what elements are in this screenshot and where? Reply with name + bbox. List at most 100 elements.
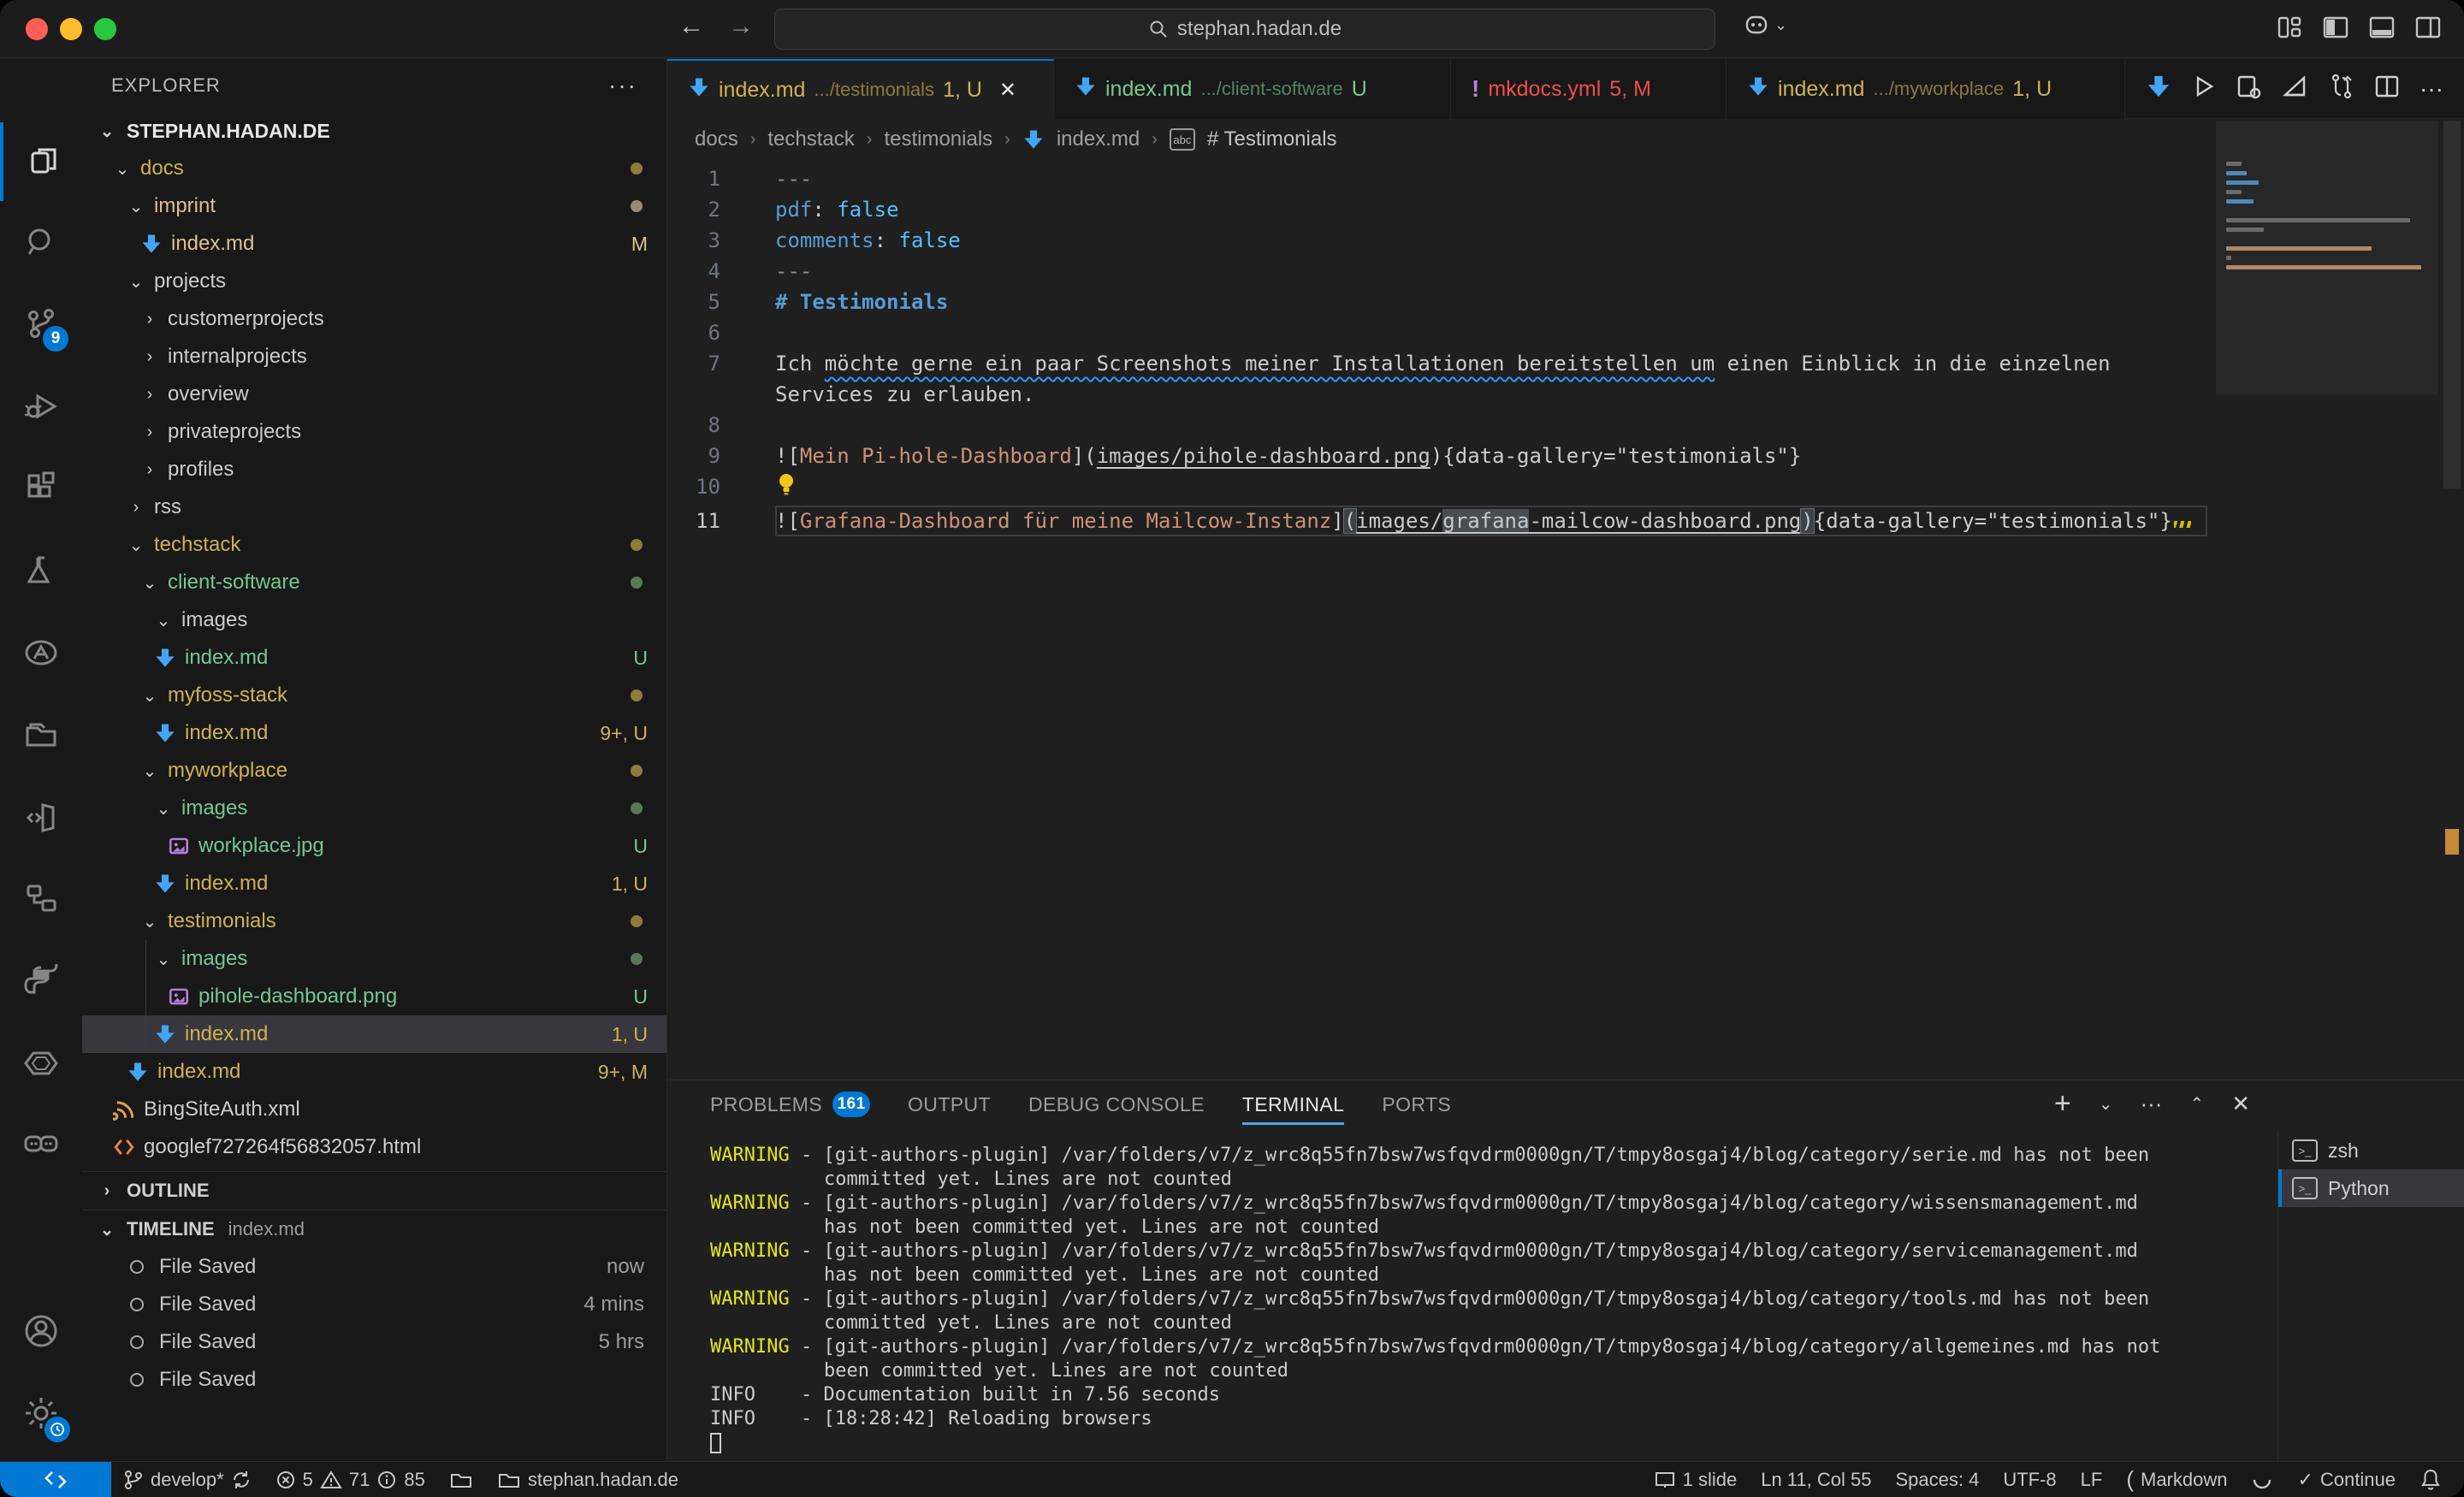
tree-folder-row[interactable]: ⌄testimonials xyxy=(82,902,666,940)
workspace-root-row[interactable]: ⌄ STEPHAN.HADAN.DE xyxy=(82,112,666,150)
scrollbar-slider[interactable] xyxy=(2443,121,2461,488)
terminal-output[interactable]: WARNING - [git-authors-plugin] /var/fold… xyxy=(710,1144,2173,1455)
tree-file-row[interactable]: workplace.jpgU xyxy=(82,827,666,865)
notifications[interactable] xyxy=(2408,1462,2464,1497)
terminal-instance-Python[interactable]: >_Python xyxy=(2278,1169,2464,1207)
editor-tab-index.md[interactable]: index.md.../client-softwareU xyxy=(1054,59,1451,119)
language-mode[interactable]: ( Markdown xyxy=(2114,1462,2239,1497)
activity-item-testing[interactable] xyxy=(0,533,82,612)
breadcrumb-item[interactable]: index.md xyxy=(1057,127,1140,151)
toggle-primary-sidebar-icon[interactable] xyxy=(2320,12,2351,43)
code-line[interactable]: 5# Testimonials xyxy=(667,287,2464,317)
spinner-status[interactable] xyxy=(2239,1462,2285,1497)
remote-indicator[interactable] xyxy=(0,1462,111,1497)
tree-folder-row[interactable]: ›rss xyxy=(82,488,666,526)
terminal-instance-zsh[interactable]: >_zsh xyxy=(2278,1132,2464,1169)
activity-item-search[interactable] xyxy=(0,204,82,283)
code-line[interactable]: 1--- xyxy=(667,163,2464,194)
toggle-panel-icon[interactable] xyxy=(2366,12,2397,43)
zoom-traffic-light[interactable] xyxy=(94,18,116,40)
tree-folder-row[interactable]: ⌄myfoss-stack xyxy=(82,677,666,714)
sync-changes-icon[interactable] xyxy=(2327,73,2354,104)
code-line[interactable]: 11![Grafana-Dashboard für meine Mailcow-… xyxy=(667,506,2464,536)
code-line[interactable]: 8 xyxy=(667,410,2464,441)
tree-folder-row[interactable]: ⌄imprint xyxy=(82,187,666,225)
indentation-status[interactable]: Spaces: 4 xyxy=(1883,1462,1991,1497)
editor-tab-mkdocs.yml[interactable]: !mkdocs.yml5, M xyxy=(1451,59,1727,119)
timeline-item[interactable]: File Saved5 hrs xyxy=(82,1323,666,1361)
terminal-prompt[interactable] xyxy=(710,1431,2173,1455)
maximize-panel-icon[interactable]: ⌃ xyxy=(2189,1093,2204,1115)
tree-file-row[interactable]: pihole-dashboard.pngU xyxy=(82,978,666,1015)
breadcrumb-item[interactable]: # Testimonials xyxy=(1207,127,1337,151)
activity-item-run-debug[interactable] xyxy=(0,369,82,447)
panel-tab-ports[interactable]: PORTS xyxy=(1382,1080,1451,1128)
activity-item-explorer[interactable] xyxy=(0,122,82,201)
copilot-menu[interactable]: ⌄ xyxy=(1744,12,1787,38)
tree-file-row[interactable]: index.md1, U xyxy=(82,1015,666,1053)
editor-tab-index.md[interactable]: index.md.../testimonials1, U✕ xyxy=(667,59,1054,119)
tree-file-row[interactable]: index.mdM xyxy=(82,225,666,263)
branch-status[interactable]: develop* xyxy=(111,1462,264,1497)
close-panel-icon[interactable]: ✕ xyxy=(2231,1091,2250,1117)
encoding-status[interactable]: UTF-8 xyxy=(1991,1462,2068,1497)
timeline-item[interactable]: File Saved4 mins xyxy=(82,1286,666,1323)
tree-folder-row[interactable]: ⌄projects xyxy=(82,263,666,300)
activity-item-flowchart[interactable] xyxy=(0,861,82,940)
outline-section-header[interactable]: › OUTLINE xyxy=(82,1172,666,1210)
tree-folder-row[interactable]: ›profiles xyxy=(82,451,666,488)
back-arrow-icon[interactable]: ← xyxy=(674,12,708,41)
close-icon[interactable]: ✕ xyxy=(999,78,1016,103)
customize-layout-icon[interactable] xyxy=(2274,12,2305,43)
explorer-more-actions-icon[interactable]: ··· xyxy=(608,72,637,99)
tree-file-row[interactable]: index.mdU xyxy=(82,639,666,677)
eol-status[interactable]: LF xyxy=(2069,1462,2115,1497)
editor-tab-index.md[interactable]: index.md.../myworkplace1, U xyxy=(1727,59,2125,119)
panel-more-actions-icon[interactable]: ··· xyxy=(2140,1091,2162,1117)
forward-arrow-icon[interactable]: → xyxy=(724,12,758,41)
panel-tab-problems[interactable]: PROBLEMS161 xyxy=(710,1080,870,1128)
command-center-search[interactable]: stephan.hadan.de xyxy=(774,9,1715,50)
markdown-preview-icon[interactable] xyxy=(2281,73,2308,104)
problems-status[interactable]: 5 71 85 xyxy=(264,1462,437,1497)
tree-folder-row[interactable]: ⌄images xyxy=(82,940,666,978)
panel-tab-terminal[interactable]: TERMINAL xyxy=(1242,1080,1345,1128)
activity-item-circle-a[interactable] xyxy=(0,615,82,694)
minimize-traffic-light[interactable] xyxy=(60,18,82,40)
activity-item-folder-library[interactable] xyxy=(0,697,82,776)
panel-tab-output[interactable]: OUTPUT xyxy=(908,1080,991,1128)
activity-item-settings-gear[interactable] xyxy=(0,1376,82,1454)
tree-file-row[interactable]: googlef727264f56832057.html xyxy=(82,1128,666,1166)
new-terminal-icon[interactable]: + xyxy=(2054,1087,2071,1121)
continue-status[interactable]: ✓ Continue xyxy=(2285,1462,2408,1497)
toggle-secondary-sidebar-icon[interactable] xyxy=(2413,12,2443,43)
cursor-position[interactable]: Ln 11, Col 55 xyxy=(1749,1462,1883,1497)
tree-folder-row[interactable]: ⌄client-software xyxy=(82,564,666,601)
activity-item-extensions[interactable] xyxy=(0,451,82,530)
tree-folder-row[interactable]: ›overview xyxy=(82,376,666,413)
tree-file-row[interactable]: index.md9+, M xyxy=(82,1053,666,1091)
workspace-status[interactable]: stephan.hadan.de xyxy=(485,1462,690,1497)
tree-folder-row[interactable]: ⌄techstack xyxy=(82,526,666,564)
tree-folder-row[interactable]: ⌄myworkplace xyxy=(82,752,666,790)
breadcrumb[interactable]: docs›techstack›testimonials›index.md›abc… xyxy=(667,119,2464,160)
timeline-item[interactable]: File Savednow xyxy=(82,1248,666,1286)
terminal-dropdown-icon[interactable]: ⌄ xyxy=(2099,1093,2113,1115)
marp-slide-status[interactable]: 1 slide xyxy=(1642,1462,1750,1497)
activity-item-door-exit[interactable] xyxy=(0,779,82,858)
breadcrumb-item[interactable]: docs xyxy=(695,127,738,151)
tree-folder-row[interactable]: ⌄docs xyxy=(82,150,666,187)
activity-item-source-control[interactable]: 9 xyxy=(0,287,82,365)
tree-file-row[interactable]: index.md9+, U xyxy=(82,714,666,752)
tree-folder-row[interactable]: ›internalprojects xyxy=(82,338,666,376)
lightbulb-icon[interactable] xyxy=(775,471,797,497)
task-status[interactable] xyxy=(437,1462,485,1497)
tree-folder-row[interactable]: ⌄images xyxy=(82,790,666,827)
activity-item-account[interactable] xyxy=(0,1293,82,1372)
breadcrumb-item[interactable]: testimonials xyxy=(884,127,992,151)
close-traffic-light[interactable] xyxy=(26,18,48,40)
markdown-download-icon[interactable] xyxy=(2146,74,2171,104)
tree-folder-row[interactable]: ⌄images xyxy=(82,601,666,639)
code-line[interactable]: 9![Mein Pi-hole-Dashboard](images/pihole… xyxy=(667,441,2464,471)
activity-item-python[interactable] xyxy=(0,944,82,1022)
